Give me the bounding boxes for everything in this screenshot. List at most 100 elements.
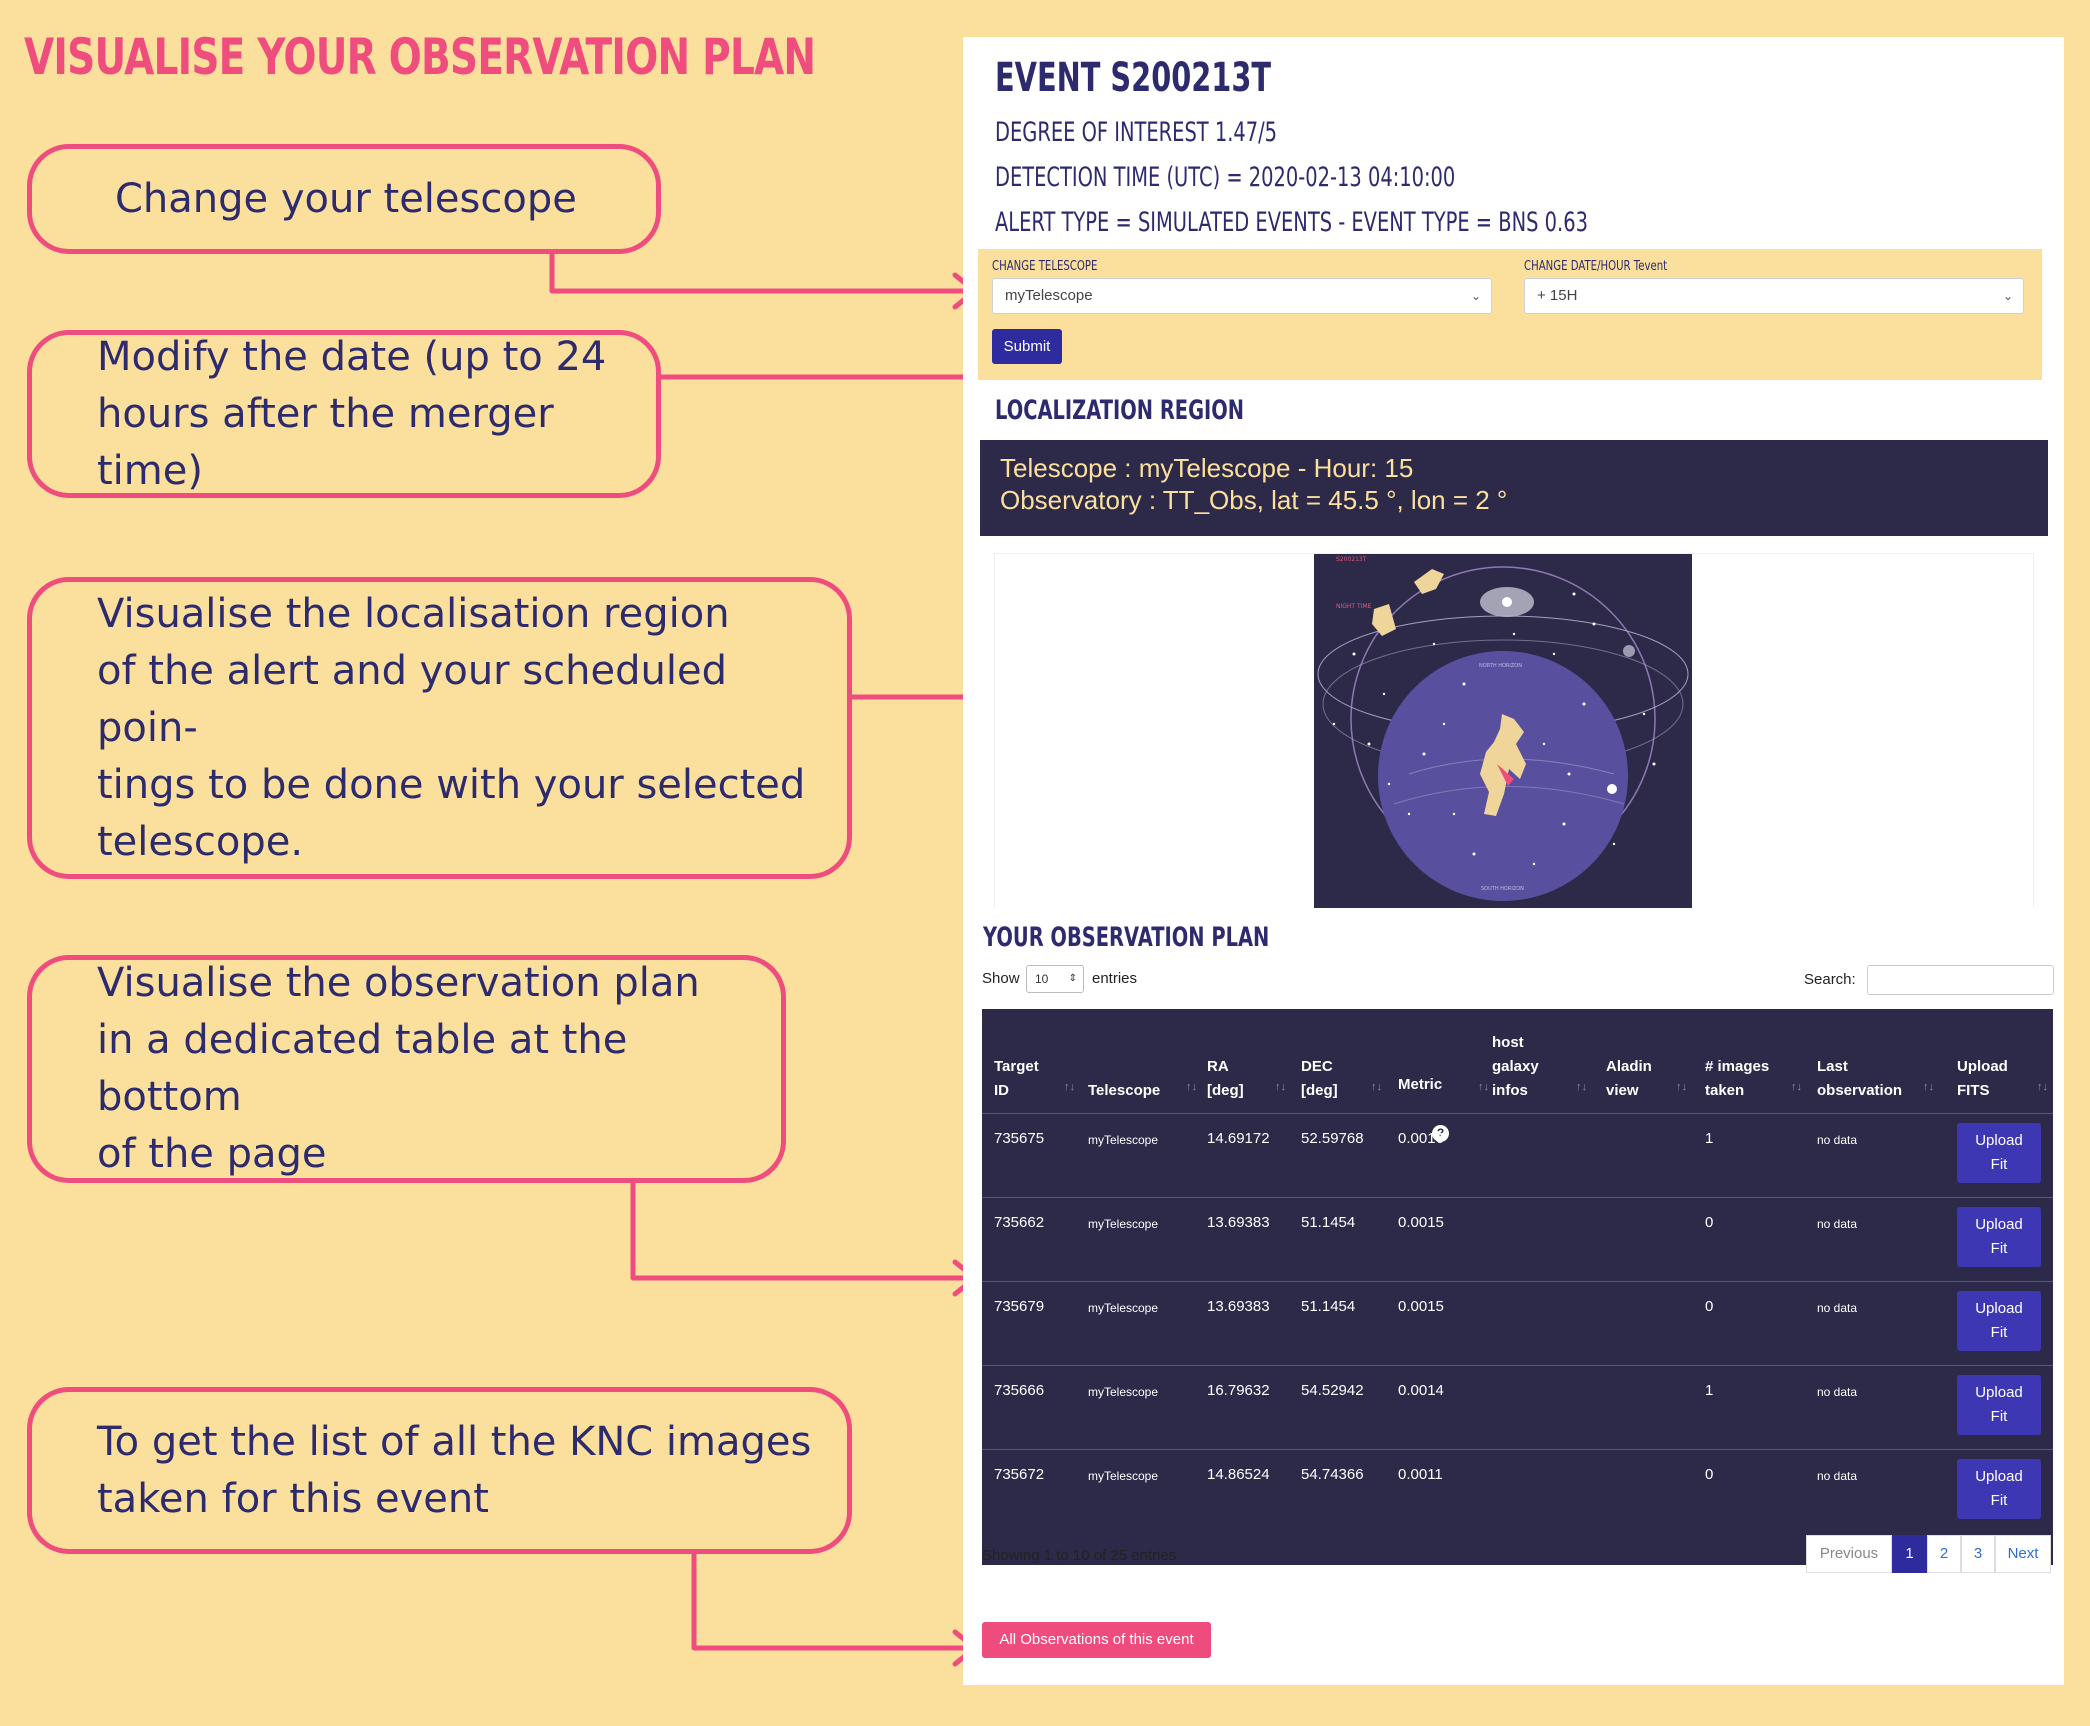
skymap-south-label: SOUTH HORIZON (1481, 886, 1524, 892)
date-label: CHANGE DATE/HOUR Tevent (1524, 259, 1668, 274)
header-label: Aladin view (1606, 1058, 1652, 1099)
sort-icon: ↑↓ (1791, 1081, 1802, 1093)
localization-title: LOCALIZATION REGION (995, 395, 1245, 426)
header-dec[interactable]: DEC [deg] ↑↓ (1301, 1009, 1386, 1113)
arrow-knc (691, 1550, 978, 1651)
sort-icon: ↑↓ (1923, 1081, 1934, 1093)
header-upload[interactable]: Upload FITS ↑↓ (1957, 1009, 2048, 1113)
header-aladin[interactable]: Aladin view ↑↓ (1606, 1009, 1687, 1113)
table-row: 735679 myTelescope 13.69383 51.1454 0.00… (982, 1281, 2053, 1365)
cell-target-id: 735662 (994, 1214, 1045, 1231)
callout-text: Modify the date (up to 24 hours after th… (97, 333, 607, 494)
arrow-table (630, 1180, 978, 1281)
search-label: Search: (1804, 971, 1856, 988)
callout-text: Change your telescope (115, 175, 577, 222)
cell-ra: 13.69383 (1207, 1214, 1270, 1231)
cell-metric: 0.0015 (1398, 1298, 1444, 1315)
header-host-galaxy[interactable]: host galaxy infos ↑↓ (1492, 1009, 1587, 1113)
pagination-page-1[interactable]: 1 (1892, 1535, 1927, 1573)
telescope-select-value: myTelescope (1005, 287, 1093, 304)
pagination-page-2[interactable]: 2 (1927, 1535, 1961, 1573)
upload-fit-button[interactable]: Upload Fit (1957, 1123, 2041, 1183)
all-observations-button[interactable]: All Observations of this event (982, 1622, 1211, 1658)
header-target-id[interactable]: Target ID ↑↓ (994, 1009, 1075, 1113)
upload-fit-button[interactable]: Upload Fit (1957, 1459, 2041, 1519)
callout-knc-images: To get the list of all the KNC images ta… (27, 1387, 852, 1554)
cell-target-id: 735666 (994, 1382, 1045, 1399)
sort-icon: ↑↓ (1478, 1081, 1489, 1093)
chevron-down-icon: ⌄ (1470, 289, 1481, 303)
date-select-value: + 15H (1537, 287, 1578, 304)
pagination-page-3[interactable]: 3 (1961, 1535, 1995, 1573)
cell-ra: 13.69383 (1207, 1298, 1270, 1315)
alert-type: ALERT TYPE = SIMULATED EVENTS - EVENT TY… (995, 207, 1588, 238)
upload-fit-button[interactable]: Upload Fit (1957, 1207, 2041, 1267)
cell-last-observation: no data (1817, 1469, 1858, 1483)
skymap-north-label: NORTH HORIZON (1479, 663, 1522, 669)
upload-fit-button[interactable]: Upload Fit (1957, 1291, 2041, 1351)
skymap-event-label: S200213T (1336, 556, 1367, 563)
table-row: 735662 myTelescope 13.69383 51.1454 0.00… (982, 1197, 2053, 1281)
table-row: 735672 myTelescope 14.86524 54.74366 0.0… (982, 1449, 2053, 1533)
telescope-select[interactable]: myTelescope ⌄ (992, 278, 1492, 314)
cell-target-id: 735679 (994, 1298, 1045, 1315)
sort-icon: ↑↓ (1186, 1081, 1197, 1093)
chevron-updown-icon: ⇕ (1068, 973, 1077, 984)
degree-of-interest: DEGREE OF INTEREST 1.47/5 (995, 117, 1278, 148)
cell-dec: 52.59768 (1301, 1130, 1364, 1147)
date-select[interactable]: + 15H ⌄ (1524, 278, 2024, 314)
cell-images: 0 (1705, 1214, 1714, 1231)
cell-ra: 16.79632 (1207, 1382, 1270, 1399)
entries-per-page-select[interactable]: 10 ⇕ (1026, 965, 1084, 993)
skymap-image: S200213T NIGHT TIME NORTH HORIZON SOUTH … (1314, 554, 1692, 908)
header-ra[interactable]: RA [deg] ↑↓ (1207, 1009, 1287, 1113)
header-label: Target ID (994, 1058, 1039, 1099)
header-telescope[interactable]: Telescope ↑↓ (1088, 1009, 1198, 1113)
upload-fit-button[interactable]: Upload Fit (1957, 1375, 2041, 1435)
search-input[interactable] (1867, 965, 2054, 995)
observatory-info-line: Observatory : TT_Obs, lat = 45.5 °, lon … (1000, 485, 1508, 515)
cell-dec: 51.1454 (1301, 1214, 1356, 1231)
telescope-info-line: Telescope : myTelescope - Hour: 15 (1000, 453, 1414, 483)
header-images[interactable]: # images taken ↑↓ (1705, 1009, 1805, 1113)
pagination-previous[interactable]: Previous (1806, 1535, 1892, 1573)
sort-icon: ↑↓ (1064, 1081, 1075, 1093)
sort-icon: ↑↓ (2037, 1081, 2048, 1093)
header-label: Telescope (1088, 1082, 1161, 1099)
callout-change-telescope: Change your telescope (27, 144, 661, 254)
table-row: 735675 myTelescope 14.69172 52.59768 0.0… (982, 1113, 2053, 1197)
cell-images: 0 (1705, 1466, 1714, 1483)
callout-modify-date: Modify the date (up to 24 hours after th… (27, 330, 661, 498)
entries-per-page-value: 10 (1035, 972, 1049, 986)
header-last-observation[interactable]: Last observation ↑↓ (1817, 1009, 1937, 1113)
header-label: Upload FITS (1957, 1058, 2008, 1099)
cell-telescope: myTelescope (1088, 1301, 1159, 1315)
header-label: # images taken (1705, 1058, 1770, 1099)
table-row: 735666 myTelescope 16.79632 54.52942 0.0… (982, 1365, 2053, 1449)
cell-metric: 0.0016 (1398, 1130, 1444, 1147)
sort-icon: ↑↓ (1676, 1081, 1687, 1093)
cell-ra: 14.69172 (1207, 1130, 1270, 1147)
change-form: CHANGE TELESCOPE myTelescope ⌄ CHANGE DA… (978, 249, 2042, 380)
detection-time: DETECTION TIME (UTC) = 2020-02-13 04:10:… (995, 162, 1456, 193)
cell-metric: 0.0015 (1398, 1214, 1444, 1231)
cell-telescope: myTelescope (1088, 1217, 1159, 1231)
cell-metric: 0.0011 (1398, 1466, 1443, 1483)
cell-last-observation: no data (1817, 1301, 1858, 1315)
cell-metric: 0.0014 (1398, 1382, 1444, 1399)
submit-button[interactable]: Submit (992, 329, 1062, 364)
cell-ra: 14.86524 (1207, 1466, 1270, 1483)
page-title: VISUALISE YOUR OBSERVATION PLAN (24, 28, 816, 86)
cell-telescope: myTelescope (1088, 1133, 1159, 1147)
cell-dec: 54.74366 (1301, 1466, 1364, 1483)
telescope-info-box: Telescope : myTelescope - Hour: 15 Obser… (980, 440, 2048, 536)
pagination-next[interactable]: Next (1995, 1535, 2051, 1573)
entries-label: entries (1092, 970, 1138, 987)
event-title: EVENT S200213T (995, 55, 1272, 101)
cell-dec: 54.52942 (1301, 1382, 1364, 1399)
cell-target-id: 735675 (994, 1130, 1045, 1147)
header-metric[interactable]: Metric ? ↑↓ (1398, 1009, 1489, 1142)
skymap-night-label: NIGHT TIME (1336, 603, 1372, 610)
callout-text: Visualise the localisation region of the… (97, 590, 806, 865)
header-label: DEC [deg] (1301, 1058, 1338, 1099)
